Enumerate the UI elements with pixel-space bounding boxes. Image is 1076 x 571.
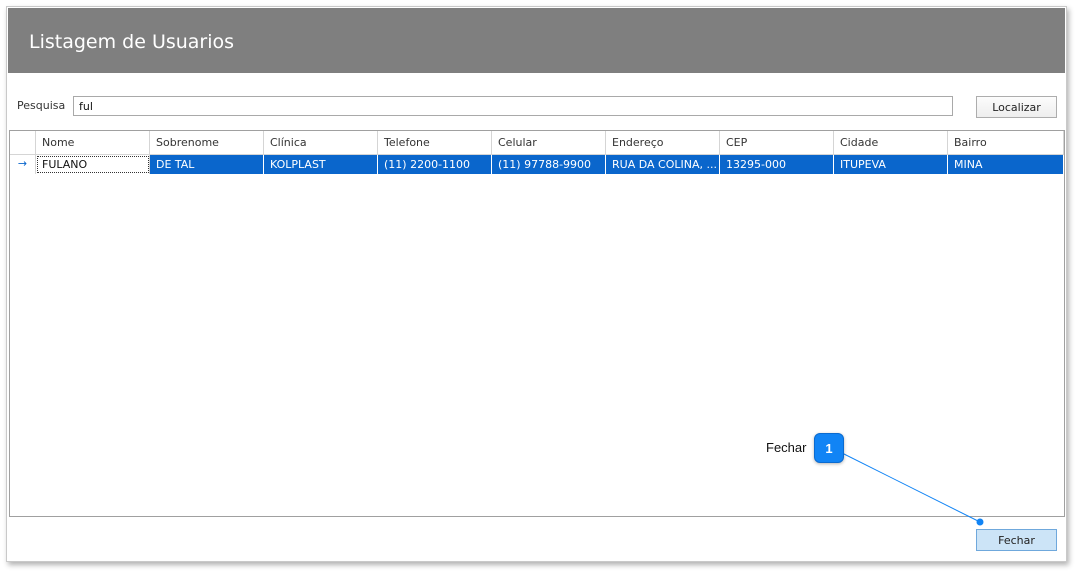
cell-sobrenome[interactable]: DE TAL bbox=[150, 155, 264, 174]
table-row[interactable]: → FULANO DE TAL KOLPLAST (11) 2200-1100 … bbox=[10, 155, 1064, 174]
column-header-sobrenome[interactable]: Sobrenome bbox=[150, 131, 264, 155]
row-header-corner bbox=[10, 131, 36, 155]
current-row-arrow-icon: → bbox=[10, 155, 36, 174]
column-header-nome[interactable]: Nome bbox=[36, 131, 150, 155]
window-header: Listagem de Usuarios bbox=[8, 8, 1065, 73]
column-header-telefone[interactable]: Telefone bbox=[378, 131, 492, 155]
cell-telefone[interactable]: (11) 2200-1100 bbox=[378, 155, 492, 174]
cell-nome[interactable]: FULANO bbox=[36, 155, 150, 174]
close-button[interactable]: Fechar bbox=[976, 529, 1057, 551]
cell-cep[interactable]: 13295-000 bbox=[720, 155, 834, 174]
cell-bairro[interactable]: MINA bbox=[948, 155, 1064, 174]
cell-endereco[interactable]: RUA DA COLINA, ... bbox=[606, 155, 720, 174]
cell-clinica[interactable]: KOLPLAST bbox=[264, 155, 378, 174]
window-title: Listagem de Usuarios bbox=[29, 31, 235, 53]
callout-anchor-dot bbox=[976, 518, 984, 526]
user-list-window: Listagem de Usuarios Pesquisa Localizar … bbox=[6, 6, 1067, 562]
callout-number-badge: 1 bbox=[814, 433, 844, 463]
users-grid[interactable]: Nome Sobrenome Clínica Telefone Celular … bbox=[9, 130, 1065, 517]
search-input[interactable] bbox=[73, 96, 953, 116]
search-button[interactable]: Localizar bbox=[976, 96, 1057, 118]
column-header-cep[interactable]: CEP bbox=[720, 131, 834, 155]
cell-celular[interactable]: (11) 97788-9900 bbox=[492, 155, 606, 174]
grid-header: Nome Sobrenome Clínica Telefone Celular … bbox=[10, 131, 1064, 155]
column-header-cidade[interactable]: Cidade bbox=[834, 131, 948, 155]
column-header-endereco[interactable]: Endereço bbox=[606, 131, 720, 155]
callout-label: Fechar bbox=[766, 440, 807, 455]
column-header-bairro[interactable]: Bairro bbox=[948, 131, 1064, 155]
column-header-celular[interactable]: Celular bbox=[492, 131, 606, 155]
search-label: Pesquisa bbox=[17, 99, 66, 112]
column-header-clinica[interactable]: Clínica bbox=[264, 131, 378, 155]
cell-cidade[interactable]: ITUPEVA bbox=[834, 155, 948, 174]
